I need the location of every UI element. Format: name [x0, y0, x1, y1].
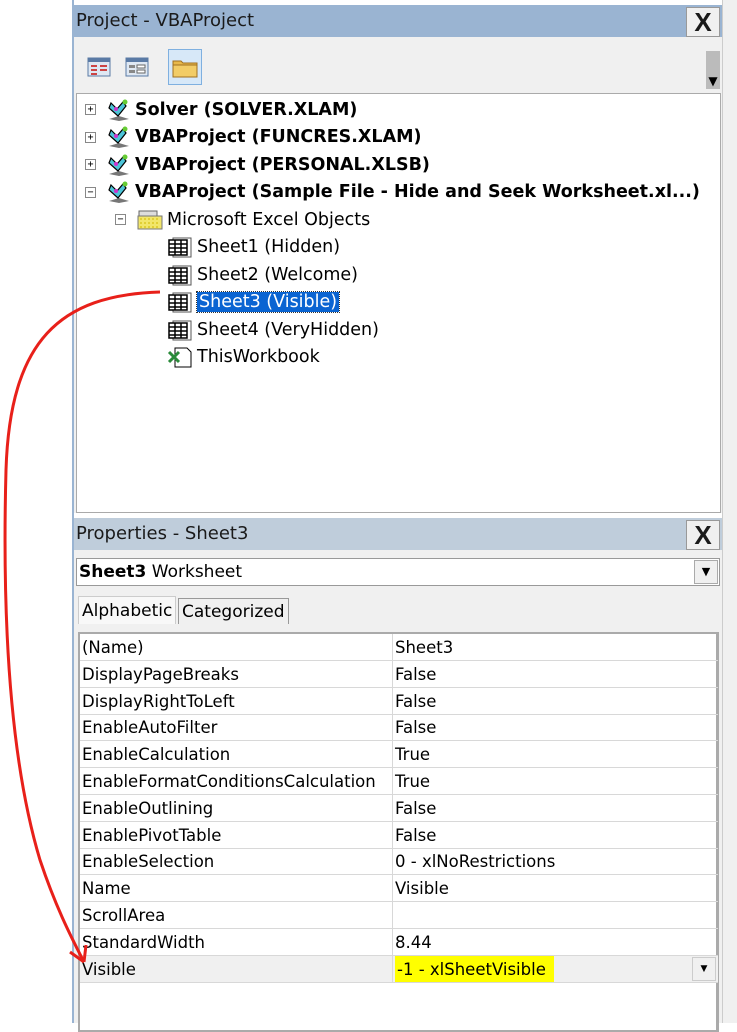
annotation-arrow-line: [3, 290, 161, 963]
annotation-arrow: [3, 290, 161, 964]
